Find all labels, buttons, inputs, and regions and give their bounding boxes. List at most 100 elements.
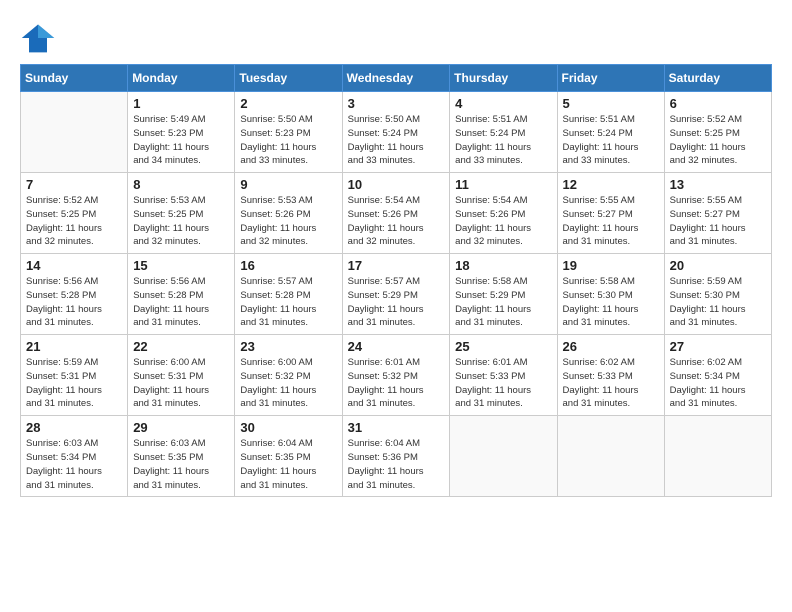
day-number: 20 bbox=[670, 258, 766, 273]
calendar-day-cell: 2 Sunrise: 5:50 AM Sunset: 5:23 PM Daylig… bbox=[235, 92, 342, 173]
calendar-day-cell: 6 Sunrise: 5:52 AM Sunset: 5:25 PM Daylig… bbox=[664, 92, 771, 173]
day-info: Sunrise: 6:00 AM Sunset: 5:31 PM Dayligh… bbox=[133, 356, 229, 411]
day-info: Sunrise: 6:01 AM Sunset: 5:32 PM Dayligh… bbox=[348, 356, 445, 411]
calendar-week-row: 1 Sunrise: 5:49 AM Sunset: 5:23 PM Daylig… bbox=[21, 92, 772, 173]
calendar-week-row: 21Sunrise: 5:59 AM Sunset: 5:31 PM Dayli… bbox=[21, 335, 772, 416]
calendar-day-cell: 8 Sunrise: 5:53 AM Sunset: 5:25 PM Daylig… bbox=[128, 173, 235, 254]
day-number: 5 bbox=[563, 96, 659, 111]
calendar-day-cell: 30 Sunrise: 6:04 AM Sunset: 5:35 PM Dayli… bbox=[235, 416, 342, 497]
day-number: 16 bbox=[240, 258, 336, 273]
calendar-week-row: 7Sunrise: 5:52 AM Sunset: 5:25 PM Daylig… bbox=[21, 173, 772, 254]
day-info: Sunrise: 5:51 AM Sunset: 5:24 PM Dayligh… bbox=[563, 113, 659, 168]
logo bbox=[20, 20, 60, 56]
day-number: 14 bbox=[26, 258, 122, 273]
day-number: 22 bbox=[133, 339, 229, 354]
calendar-day-cell: 26Sunrise: 6:02 AM Sunset: 5:33 PM Dayli… bbox=[557, 335, 664, 416]
day-number: 27 bbox=[670, 339, 766, 354]
calendar-day-cell: 28 Sunrise: 6:03 AM Sunset: 5:34 PM Dayli… bbox=[21, 416, 128, 497]
calendar-day-cell: 9 Sunrise: 5:53 AM Sunset: 5:26 PM Daylig… bbox=[235, 173, 342, 254]
calendar-day-cell: 1 Sunrise: 5:49 AM Sunset: 5:23 PM Daylig… bbox=[128, 92, 235, 173]
calendar-day-cell bbox=[21, 92, 128, 173]
day-info: Sunrise: 6:01 AM Sunset: 5:33 PM Dayligh… bbox=[455, 356, 551, 411]
day-number: 8 bbox=[133, 177, 229, 192]
calendar-day-cell: 17 Sunrise: 5:57 AM Sunset: 5:29 PM Dayli… bbox=[342, 254, 450, 335]
day-number: 17 bbox=[348, 258, 445, 273]
weekday-header: Tuesday bbox=[235, 65, 342, 92]
day-number: 24 bbox=[348, 339, 445, 354]
calendar-table: SundayMondayTuesdayWednesdayThursdayFrid… bbox=[20, 64, 772, 497]
calendar-week-row: 14 Sunrise: 5:56 AM Sunset: 5:28 PM Dayli… bbox=[21, 254, 772, 335]
day-info: Sunrise: 5:54 AM Sunset: 5:26 PM Dayligh… bbox=[455, 194, 551, 249]
day-info: Sunrise: 5:51 AM Sunset: 5:24 PM Dayligh… bbox=[455, 113, 551, 168]
calendar-day-cell: 10 Sunrise: 5:54 AM Sunset: 5:26 PM Dayli… bbox=[342, 173, 450, 254]
day-number: 30 bbox=[240, 420, 336, 435]
day-info: Sunrise: 5:55 AM Sunset: 5:27 PM Dayligh… bbox=[670, 194, 766, 249]
page-header bbox=[20, 20, 772, 56]
day-info: Sunrise: 6:03 AM Sunset: 5:34 PM Dayligh… bbox=[26, 437, 122, 492]
calendar-day-cell: 27Sunrise: 6:02 AM Sunset: 5:34 PM Dayli… bbox=[664, 335, 771, 416]
day-info: Sunrise: 5:50 AM Sunset: 5:23 PM Dayligh… bbox=[240, 113, 336, 168]
day-number: 15 bbox=[133, 258, 229, 273]
calendar-day-cell bbox=[450, 416, 557, 497]
day-info: Sunrise: 5:58 AM Sunset: 5:30 PM Dayligh… bbox=[563, 275, 659, 330]
calendar-day-cell: 5 Sunrise: 5:51 AM Sunset: 5:24 PM Daylig… bbox=[557, 92, 664, 173]
day-number: 10 bbox=[348, 177, 445, 192]
day-info: Sunrise: 5:56 AM Sunset: 5:28 PM Dayligh… bbox=[133, 275, 229, 330]
calendar-day-cell: 25 Sunrise: 6:01 AM Sunset: 5:33 PM Dayli… bbox=[450, 335, 557, 416]
day-number: 3 bbox=[348, 96, 445, 111]
day-number: 18 bbox=[455, 258, 551, 273]
day-info: Sunrise: 5:57 AM Sunset: 5:29 PM Dayligh… bbox=[348, 275, 445, 330]
day-info: Sunrise: 5:52 AM Sunset: 5:25 PM Dayligh… bbox=[670, 113, 766, 168]
calendar-day-cell bbox=[664, 416, 771, 497]
day-number: 2 bbox=[240, 96, 336, 111]
weekday-header: Thursday bbox=[450, 65, 557, 92]
calendar-week-row: 28 Sunrise: 6:03 AM Sunset: 5:34 PM Dayli… bbox=[21, 416, 772, 497]
day-info: Sunrise: 6:00 AM Sunset: 5:32 PM Dayligh… bbox=[240, 356, 336, 411]
day-number: 19 bbox=[563, 258, 659, 273]
calendar-day-cell: 24 Sunrise: 6:01 AM Sunset: 5:32 PM Dayli… bbox=[342, 335, 450, 416]
calendar-day-cell: 31Sunrise: 6:04 AM Sunset: 5:36 PM Dayli… bbox=[342, 416, 450, 497]
weekday-header: Sunday bbox=[21, 65, 128, 92]
calendar-header-row: SundayMondayTuesdayWednesdayThursdayFrid… bbox=[21, 65, 772, 92]
day-number: 28 bbox=[26, 420, 122, 435]
calendar-day-cell: 20 Sunrise: 5:59 AM Sunset: 5:30 PM Dayli… bbox=[664, 254, 771, 335]
calendar-day-cell: 11 Sunrise: 5:54 AM Sunset: 5:26 PM Dayli… bbox=[450, 173, 557, 254]
calendar-day-cell: 12 Sunrise: 5:55 AM Sunset: 5:27 PM Dayli… bbox=[557, 173, 664, 254]
calendar-day-cell: 21Sunrise: 5:59 AM Sunset: 5:31 PM Dayli… bbox=[21, 335, 128, 416]
day-number: 23 bbox=[240, 339, 336, 354]
weekday-header: Saturday bbox=[664, 65, 771, 92]
day-info: Sunrise: 5:53 AM Sunset: 5:26 PM Dayligh… bbox=[240, 194, 336, 249]
day-info: Sunrise: 5:54 AM Sunset: 5:26 PM Dayligh… bbox=[348, 194, 445, 249]
day-info: Sunrise: 5:57 AM Sunset: 5:28 PM Dayligh… bbox=[240, 275, 336, 330]
day-number: 12 bbox=[563, 177, 659, 192]
day-number: 6 bbox=[670, 96, 766, 111]
calendar-day-cell: 23 Sunrise: 6:00 AM Sunset: 5:32 PM Dayli… bbox=[235, 335, 342, 416]
calendar-day-cell: 18 Sunrise: 5:58 AM Sunset: 5:29 PM Dayli… bbox=[450, 254, 557, 335]
day-number: 9 bbox=[240, 177, 336, 192]
calendar-day-cell: 29Sunrise: 6:03 AM Sunset: 5:35 PM Dayli… bbox=[128, 416, 235, 497]
weekday-header: Monday bbox=[128, 65, 235, 92]
day-info: Sunrise: 6:03 AM Sunset: 5:35 PM Dayligh… bbox=[133, 437, 229, 492]
day-info: Sunrise: 5:56 AM Sunset: 5:28 PM Dayligh… bbox=[26, 275, 122, 330]
day-number: 13 bbox=[670, 177, 766, 192]
day-info: Sunrise: 5:53 AM Sunset: 5:25 PM Dayligh… bbox=[133, 194, 229, 249]
day-info: Sunrise: 5:49 AM Sunset: 5:23 PM Dayligh… bbox=[133, 113, 229, 168]
day-number: 25 bbox=[455, 339, 551, 354]
day-info: Sunrise: 5:52 AM Sunset: 5:25 PM Dayligh… bbox=[26, 194, 122, 249]
calendar-day-cell: 14 Sunrise: 5:56 AM Sunset: 5:28 PM Dayli… bbox=[21, 254, 128, 335]
day-number: 11 bbox=[455, 177, 551, 192]
weekday-header: Friday bbox=[557, 65, 664, 92]
calendar-day-cell: 22 Sunrise: 6:00 AM Sunset: 5:31 PM Dayli… bbox=[128, 335, 235, 416]
day-number: 31 bbox=[348, 420, 445, 435]
day-info: Sunrise: 5:58 AM Sunset: 5:29 PM Dayligh… bbox=[455, 275, 551, 330]
calendar-day-cell bbox=[557, 416, 664, 497]
logo-icon bbox=[20, 20, 56, 56]
calendar-day-cell: 19 Sunrise: 5:58 AM Sunset: 5:30 PM Dayli… bbox=[557, 254, 664, 335]
day-info: Sunrise: 6:04 AM Sunset: 5:35 PM Dayligh… bbox=[240, 437, 336, 492]
day-info: Sunrise: 5:59 AM Sunset: 5:30 PM Dayligh… bbox=[670, 275, 766, 330]
day-info: Sunrise: 5:55 AM Sunset: 5:27 PM Dayligh… bbox=[563, 194, 659, 249]
calendar-day-cell: 13 Sunrise: 5:55 AM Sunset: 5:27 PM Dayli… bbox=[664, 173, 771, 254]
calendar-day-cell: 3Sunrise: 5:50 AM Sunset: 5:24 PM Daylig… bbox=[342, 92, 450, 173]
day-number: 1 bbox=[133, 96, 229, 111]
calendar-day-cell: 4Sunrise: 5:51 AM Sunset: 5:24 PM Daylig… bbox=[450, 92, 557, 173]
